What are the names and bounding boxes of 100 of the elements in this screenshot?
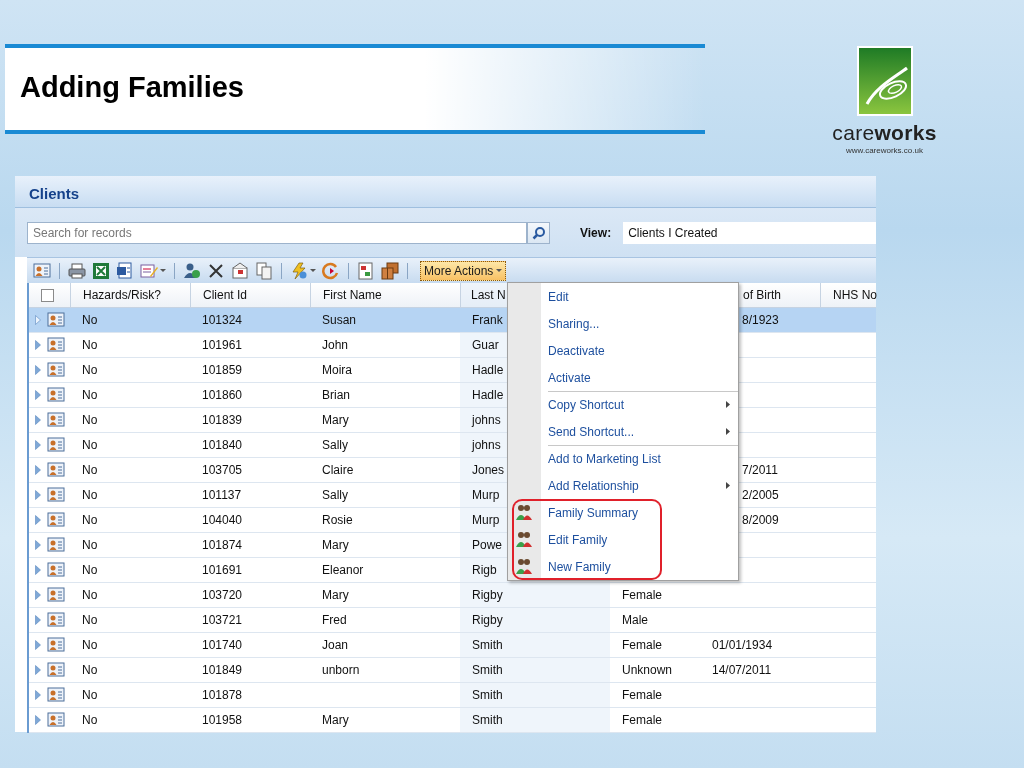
- table-cell-text: Female: [622, 637, 662, 654]
- table-cell-text: Moira: [322, 362, 352, 379]
- person-icon[interactable]: [183, 261, 201, 280]
- report-icon[interactable]: [357, 261, 375, 280]
- spreadsheet-icon[interactable]: [92, 261, 110, 280]
- caret-icon[interactable]: [160, 269, 166, 272]
- logo-url: www.careworks.co.uk: [846, 145, 923, 157]
- expand-arrow-icon[interactable]: [35, 690, 41, 700]
- copy-icon[interactable]: [255, 261, 273, 280]
- delete-icon[interactable]: [207, 261, 225, 280]
- column-header[interactable]: Client Id: [203, 286, 248, 304]
- expand-arrow-icon[interactable]: [35, 515, 41, 525]
- people-icon: [515, 503, 533, 521]
- table-cell-text: No: [82, 587, 98, 604]
- table-cell-text: No: [82, 562, 98, 579]
- table-cell-text: No: [82, 387, 98, 404]
- expand-arrow-icon[interactable]: [35, 590, 41, 600]
- slide-title: Adding Families: [20, 70, 244, 105]
- table-cell-text: 101740: [202, 637, 243, 654]
- menu-item[interactable]: Activate: [508, 364, 738, 391]
- table-cell-text: Male: [622, 612, 648, 629]
- contact-card-icon: [47, 561, 65, 579]
- table-cell-text: Mary: [322, 537, 349, 554]
- table-cell-text: No: [82, 612, 98, 629]
- expand-arrow-icon[interactable]: [35, 665, 41, 675]
- envelope-icon[interactable]: [231, 261, 249, 280]
- expand-arrow-icon[interactable]: [35, 565, 41, 575]
- expand-arrow-icon[interactable]: [35, 315, 41, 325]
- view-label: View:: [580, 224, 612, 242]
- expand-arrow-icon[interactable]: [35, 465, 41, 475]
- table-cell-text: 01/01/1934: [712, 637, 773, 654]
- contact-card-icon[interactable]: [33, 261, 51, 280]
- table-cell-text: Rigby: [472, 612, 503, 629]
- table-cell-text: Female: [622, 687, 662, 704]
- people-icon: [515, 557, 533, 575]
- expand-arrow-icon[interactable]: [35, 365, 41, 375]
- caret-icon: [496, 269, 503, 272]
- submenu-arrow-icon: [726, 428, 730, 435]
- table-cell-text: Murp: [472, 487, 500, 504]
- contact-card-icon: [47, 536, 65, 554]
- table-cell-text: 101839: [202, 412, 243, 429]
- table-cell-text: Smith: [472, 637, 503, 654]
- table-cell-text: No: [82, 337, 98, 354]
- expand-arrow-icon[interactable]: [35, 340, 41, 350]
- table-cell-text: Smith: [472, 662, 503, 679]
- table-cell-text: 101878: [202, 687, 243, 704]
- table-cell-text: 101691: [202, 562, 243, 579]
- table-cell-text: johns: [472, 412, 501, 429]
- lightning-icon[interactable]: [290, 261, 308, 280]
- column-header[interactable]: First Name: [323, 286, 382, 304]
- table-cell-text: Sally: [322, 487, 348, 504]
- table-cell-text: No: [82, 487, 98, 504]
- table-cell-text: No: [82, 512, 98, 529]
- refresh-icon[interactable]: [322, 261, 340, 280]
- table-cell-text: Mary: [322, 587, 349, 604]
- logo-wordmark: careworks: [832, 122, 937, 143]
- more-actions-button[interactable]: More Actions: [420, 260, 507, 281]
- table-cell-text: Rigb: [472, 562, 497, 579]
- search-field[interactable]: Search for records: [27, 221, 527, 244]
- search-button[interactable]: [527, 221, 550, 244]
- menu-item[interactable]: Edit Family: [508, 526, 738, 553]
- column-header[interactable]: of Birth: [743, 286, 781, 304]
- table-cell-text: Susan: [322, 312, 357, 329]
- expand-arrow-icon[interactable]: [35, 390, 41, 400]
- table-cell-text: 8/2009: [742, 512, 779, 529]
- checkbox[interactable]: [41, 288, 54, 302]
- document-icon[interactable]: [116, 261, 134, 280]
- expand-arrow-icon[interactable]: [35, 615, 41, 625]
- expand-arrow-icon[interactable]: [35, 415, 41, 425]
- table-cell-text: Rosie: [322, 512, 353, 529]
- table-cell-text: No: [82, 462, 98, 479]
- table-cell-text: No: [82, 412, 98, 429]
- table-cell-text: Sally: [322, 437, 348, 454]
- expand-arrow-icon[interactable]: [35, 640, 41, 650]
- caret-icon[interactable]: [310, 269, 316, 272]
- stack-icon[interactable]: [381, 261, 399, 280]
- table-cell-text: johns: [472, 437, 501, 454]
- menu-item[interactable]: Edit: [508, 283, 738, 310]
- column-header[interactable]: Last N: [471, 286, 506, 304]
- menu-item[interactable]: Add Relationship: [508, 472, 738, 499]
- search-icon: [531, 225, 546, 240]
- expand-arrow-icon[interactable]: [35, 540, 41, 550]
- contact-card-icon: [47, 461, 65, 479]
- expand-arrow-icon[interactable]: [35, 715, 41, 725]
- form-icon[interactable]: [140, 261, 158, 280]
- printer-icon[interactable]: [68, 261, 86, 280]
- menu-item[interactable]: Sharing...: [508, 310, 738, 337]
- expand-arrow-icon[interactable]: [35, 440, 41, 450]
- expand-arrow-icon[interactable]: [35, 490, 41, 500]
- menu-item[interactable]: Send Shortcut...: [508, 418, 738, 445]
- menu-item[interactable]: Deactivate: [508, 337, 738, 364]
- view-field[interactable]: Clients I Created: [623, 221, 876, 244]
- column-header[interactable]: Hazards/Risk?: [83, 286, 162, 304]
- contact-card-icon: [47, 611, 65, 629]
- contact-card-icon: [47, 586, 65, 604]
- table-cell-text: No: [82, 537, 98, 554]
- table-cell-text: Jones: [472, 462, 505, 479]
- table-cell-text: Brian: [322, 387, 350, 404]
- column-header[interactable]: NHS No: [833, 286, 877, 304]
- contact-card-icon: [47, 436, 65, 454]
